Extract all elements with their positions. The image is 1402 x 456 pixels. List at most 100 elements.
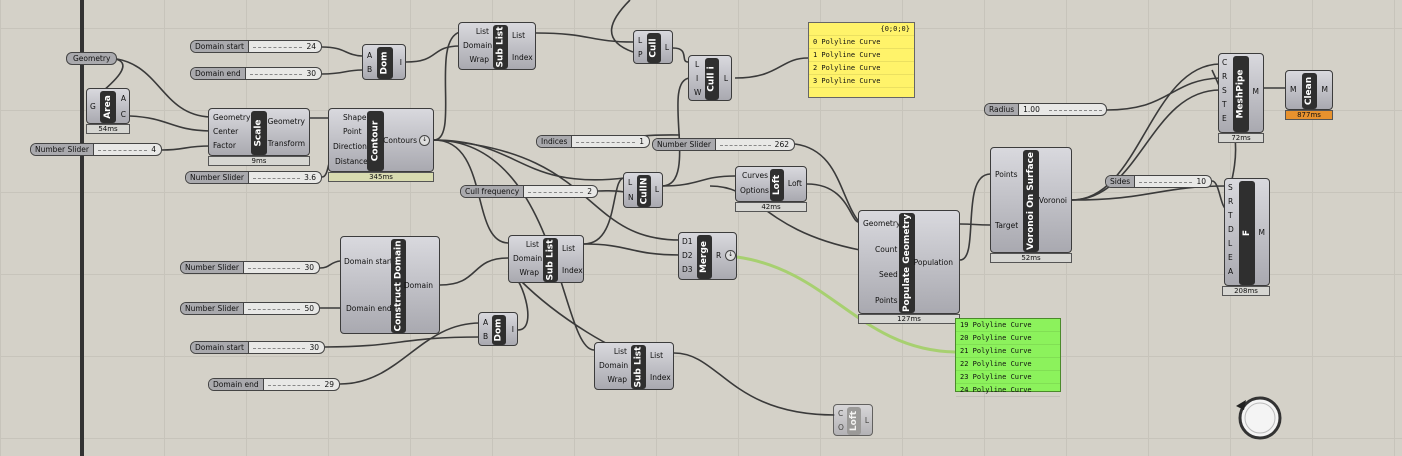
input-l[interactable]: L (628, 178, 632, 187)
input-geometry[interactable]: Geometry (213, 113, 250, 122)
sublist-core[interactable]: Sub List (543, 238, 558, 282)
input-a[interactable]: A (367, 51, 372, 60)
construct-domain-component[interactable]: Domain start Domain end Construct Domain… (340, 236, 440, 334)
input-distance[interactable]: Distance (335, 157, 368, 166)
input-c[interactable]: C (1222, 58, 1227, 67)
input-a[interactable]: A (1228, 267, 1233, 276)
input-domain-end[interactable]: Domain end (346, 304, 392, 313)
slider-track[interactable] (252, 347, 306, 349)
output-l[interactable]: L (724, 74, 728, 83)
input-list[interactable]: List (599, 347, 627, 356)
input-factor[interactable]: Factor (213, 141, 236, 150)
radius-slider[interactable]: Radius 1.00 (984, 103, 1107, 116)
output-voronoi[interactable]: Voronoi (1039, 196, 1067, 205)
meshpipe-component[interactable]: C R S T E MeshPipe M (1218, 53, 1264, 133)
input-b[interactable]: B (367, 65, 372, 74)
loft-component-2[interactable]: C O Loft L (833, 404, 873, 436)
input-b[interactable]: B (483, 332, 488, 341)
navigation-compass-icon[interactable] (1232, 392, 1284, 442)
output-list[interactable]: List (512, 31, 525, 40)
output-loft[interactable]: Loft (788, 179, 802, 188)
input-n[interactable]: N (628, 193, 634, 202)
dom-component-1[interactable]: A B Dom I (362, 44, 406, 80)
input-target[interactable]: Target (995, 221, 1018, 230)
input-a[interactable]: A (483, 318, 488, 327)
panel-2[interactable]: 19 Polyline Curve 20 Polyline Curve 21 P… (955, 318, 1061, 397)
output-domain[interactable]: Domain (404, 281, 433, 290)
domain-start-slider-1[interactable]: Domain start 24 (190, 40, 322, 53)
input-wrap[interactable]: Wrap (513, 268, 539, 277)
sublist-core[interactable]: Sub List (493, 25, 508, 69)
geometry-param[interactable]: Geometry (66, 52, 118, 65)
slider-track[interactable] (576, 141, 636, 143)
input-domain[interactable]: Domain (599, 361, 628, 370)
output-i[interactable]: I (400, 58, 402, 67)
slider-track[interactable] (1048, 109, 1102, 111)
area-component[interactable]: G Area A C (86, 88, 130, 124)
slider-track[interactable] (252, 46, 303, 48)
number-slider-area[interactable]: Number Slider 4 (30, 143, 162, 156)
input-direction[interactable]: Direction (333, 142, 367, 151)
slider-track[interactable] (249, 73, 303, 75)
input-shape[interactable]: Shape (343, 113, 367, 122)
domain-start-slider-2[interactable]: Domain start 30 (190, 341, 325, 354)
culli-core[interactable]: Cull i (705, 58, 719, 100)
loft-core[interactable]: Loft (770, 169, 784, 201)
output-m[interactable]: M (1259, 228, 1265, 237)
cull-core[interactable]: Cull (647, 33, 661, 63)
output-geometry[interactable]: Geometry (268, 117, 305, 126)
voronoi-component[interactable]: Points Target Voronoi On Surface Voronoi (990, 147, 1072, 253)
input-c[interactable]: C (838, 409, 843, 418)
cull-nth-component[interactable]: L N CullN L (623, 172, 663, 208)
panel-1[interactable]: {0;0;0} 0 Polyline Curve 1 Polyline Curv… (808, 22, 915, 98)
input-domain[interactable]: Domain (463, 41, 492, 50)
output-l[interactable]: L (865, 416, 869, 425)
output-transform[interactable]: Transform (268, 139, 305, 148)
input-d1[interactable]: D1 (682, 237, 693, 246)
scale-core[interactable]: Scale (251, 111, 267, 155)
output-population[interactable]: Population (914, 258, 953, 267)
input-center[interactable]: Center (213, 127, 238, 136)
loft-core[interactable]: Loft (847, 407, 861, 435)
input-point[interactable]: Point (343, 127, 362, 136)
slider-track[interactable] (1139, 181, 1193, 183)
input-p[interactable]: P (638, 50, 643, 59)
input-t[interactable]: T (1228, 211, 1233, 220)
input-wrap[interactable]: Wrap (599, 375, 627, 384)
output-i[interactable]: I (512, 325, 514, 334)
input-d[interactable]: D (1228, 225, 1234, 234)
number-slider-scale[interactable]: Number Slider 3.6 (185, 171, 322, 184)
input-list[interactable]: List (463, 27, 489, 36)
culln-core[interactable]: CullN (637, 175, 651, 207)
output-index[interactable]: Index (650, 373, 671, 382)
number-slider-30[interactable]: Number Slider 30 (180, 261, 320, 274)
input-count[interactable]: Count (875, 245, 897, 254)
sublist-component-1[interactable]: List Domain Wrap Sub List List Index (458, 22, 536, 70)
input-i[interactable]: I (696, 74, 698, 83)
input-e[interactable]: E (1228, 253, 1233, 262)
input-geometry[interactable]: Geometry (863, 219, 900, 228)
input-seed[interactable]: Seed (879, 270, 898, 279)
input-w[interactable]: W (694, 88, 701, 97)
input-points[interactable]: Points (875, 296, 898, 305)
input-domain-start[interactable]: Domain start (344, 257, 393, 266)
merge-component[interactable]: D1 D2 D3 Merge R ↓ (678, 232, 737, 280)
output-list[interactable]: List (562, 244, 575, 253)
input-r[interactable]: R (1222, 72, 1227, 81)
input-e[interactable]: E (1222, 114, 1227, 123)
dom-core[interactable]: Dom (377, 47, 393, 79)
meshpipe-core[interactable]: MeshPipe (1233, 56, 1249, 132)
slider-track[interactable] (247, 267, 301, 269)
cull-component[interactable]: L P Cull L (633, 30, 673, 64)
input-d2[interactable]: D2 (682, 251, 693, 260)
cull-index-component[interactable]: L I W Cull i L (688, 55, 732, 101)
input-r[interactable]: R (1228, 197, 1233, 206)
contour-component[interactable]: Shape Point Direction Distance Contour C… (328, 108, 434, 172)
cull-frequency-slider[interactable]: Cull frequency 2 (460, 185, 598, 198)
output-index[interactable]: Index (562, 266, 583, 275)
f-component[interactable]: S R T D L E A F M (1224, 178, 1270, 286)
sublist-component-3[interactable]: List Domain Wrap Sub List List Index (594, 342, 674, 390)
output-l[interactable]: L (665, 43, 669, 52)
domain-end-slider-1[interactable]: Domain end 30 (190, 67, 322, 80)
input-t[interactable]: T (1222, 100, 1227, 109)
